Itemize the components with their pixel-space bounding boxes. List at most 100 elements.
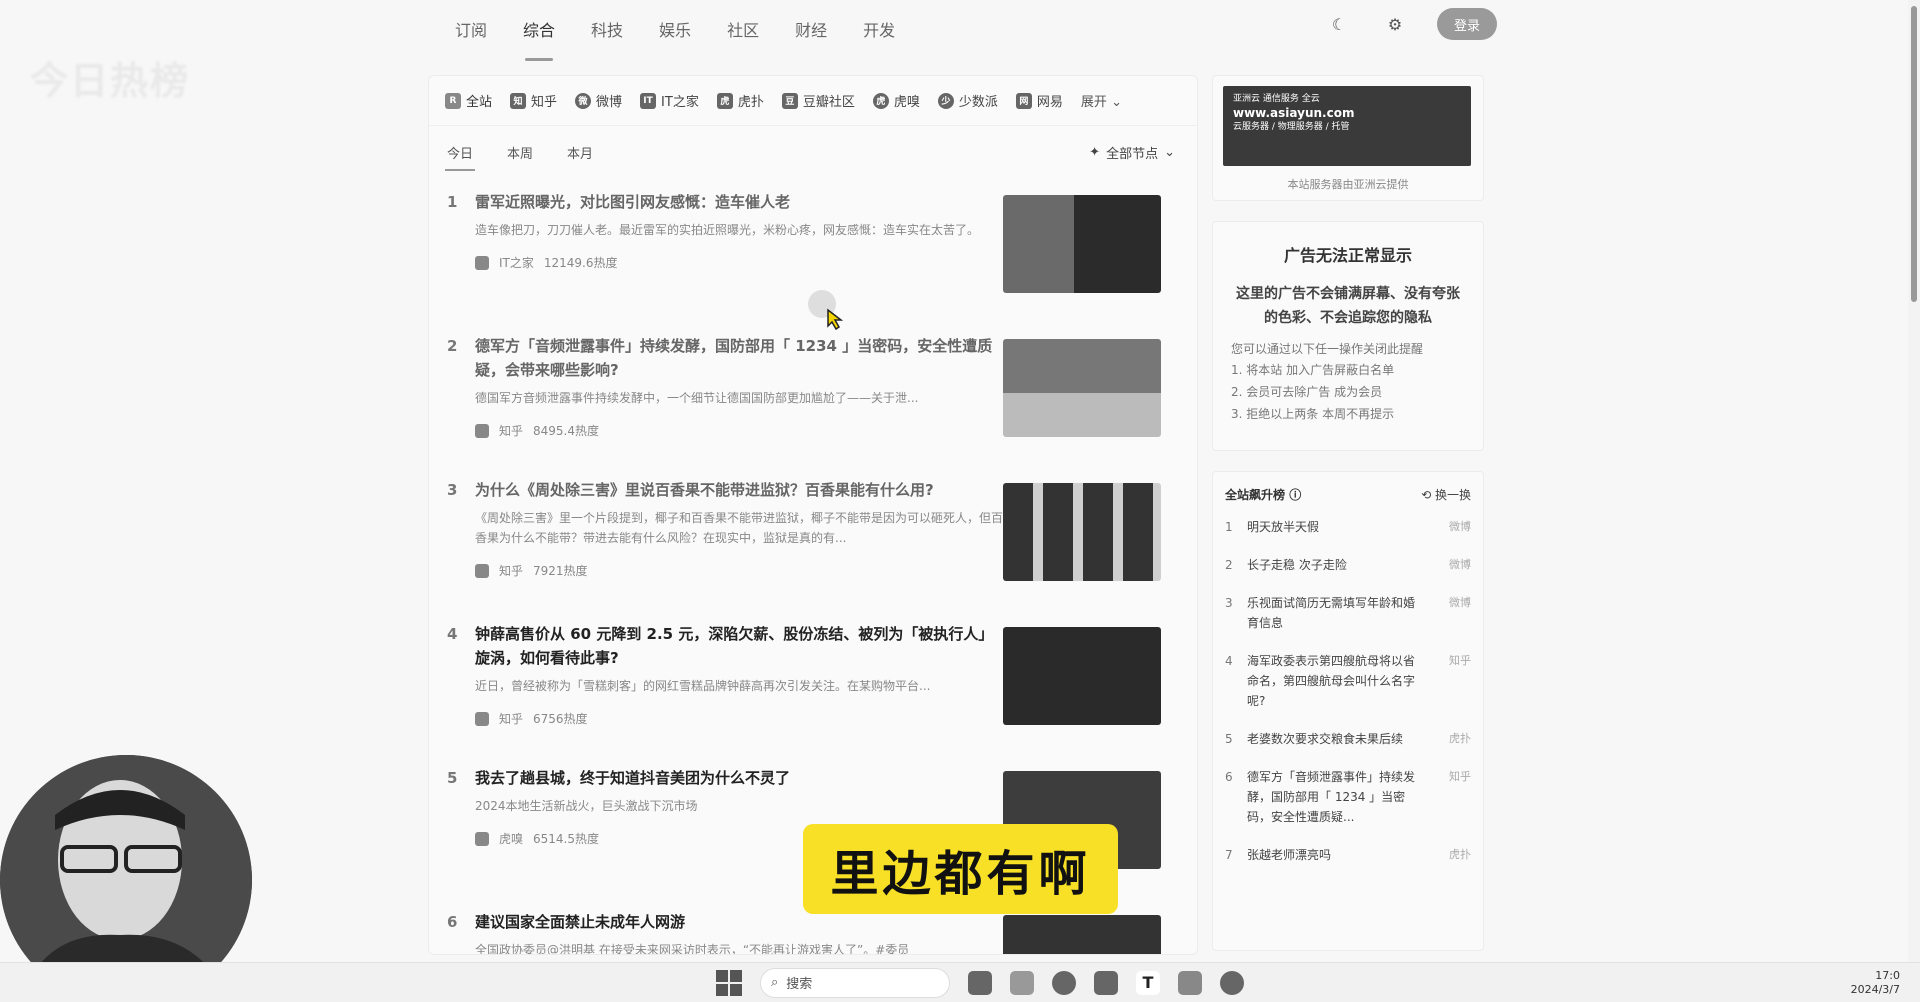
news-source[interactable]: 虎嗅 xyxy=(499,830,523,847)
rising-item[interactable]: 7 张越老师漂亮吗 虎扑 xyxy=(1225,845,1471,865)
taskbar-search-input[interactable]: ⌕ 搜索 xyxy=(760,967,950,998)
news-title[interactable]: 为什么《周处除三害》里说百香果不能带进监狱？百香果能有什么用? xyxy=(475,478,1005,502)
source-icon xyxy=(475,831,489,846)
source-weibo[interactable]: 微微博 xyxy=(575,91,622,110)
notes-icon[interactable] xyxy=(1178,970,1202,995)
rising-rank: 4 xyxy=(1225,654,1233,668)
file-explorer-icon[interactable] xyxy=(1010,970,1034,995)
tab-this-week[interactable]: 本周 xyxy=(507,143,533,162)
news-thumbnail[interactable] xyxy=(1003,627,1161,725)
news-source[interactable]: IT之家 xyxy=(499,254,534,271)
news-source[interactable]: 知乎 xyxy=(499,562,523,579)
tab-dev[interactable]: 开发 xyxy=(863,11,895,47)
rising-item[interactable]: 2 长子走稳 次子走险 微博 xyxy=(1225,555,1471,575)
source-netease[interactable]: 网网易 xyxy=(1015,91,1063,110)
app-icon[interactable] xyxy=(1220,970,1244,995)
rising-item[interactable]: 5 老婆数次要求交粮食未果后续 虎扑 xyxy=(1225,729,1471,749)
netease-icon: 网 xyxy=(1015,92,1032,109)
text-editor-icon[interactable]: T xyxy=(1136,970,1160,995)
app-icon[interactable] xyxy=(1094,970,1118,995)
tab-this-month[interactable]: 本月 xyxy=(567,143,593,162)
taskbar-search-label: 搜索 xyxy=(786,977,813,992)
rising-item[interactable]: 4 海军政委表示第四艘航母将以省命名，第四艘航母会叫什么名字呢? 知乎 xyxy=(1225,651,1471,711)
source-hupu[interactable]: 虎虎扑 xyxy=(716,91,764,110)
rising-text[interactable]: 老婆数次要求交粮食未果后续 xyxy=(1247,729,1417,749)
source-douban[interactable]: 豆豆瓣社区 xyxy=(781,91,855,110)
tab-today[interactable]: 今日 xyxy=(444,143,476,171)
site-logo[interactable]: 今日热榜 xyxy=(30,50,190,105)
source-label: 全站 xyxy=(466,95,493,110)
system-clock[interactable]: 17:0 2024/3/7 xyxy=(1851,969,1900,997)
news-rank: 2 xyxy=(447,337,458,355)
video-caption: 里边都有啊 xyxy=(803,824,1118,914)
sponsor-ad[interactable]: 亚洲云 通信服务 全云 www.asiayun.com 云服务器 / 物理服务器… xyxy=(1212,75,1484,201)
refresh-button[interactable]: ⟲ 换一换 xyxy=(1421,486,1471,503)
huxiu-icon: 虎 xyxy=(872,92,889,109)
rising-item[interactable]: 6 德军方「音频泄露事件」持续发酵，国防部用「 1234 」当密码，安全性遭质疑.… xyxy=(1225,767,1471,827)
news-thumbnail[interactable] xyxy=(1003,483,1161,581)
notice-option[interactable]: 1. 将本站 加入广告屏蔽白名单 xyxy=(1231,359,1465,381)
expand-sources-button[interactable]: 展开 ⌄ xyxy=(1072,91,1122,110)
source-label: 知乎 xyxy=(531,95,558,110)
rising-text[interactable]: 张越老师漂亮吗 xyxy=(1247,845,1417,865)
weibo-icon: 微 xyxy=(575,92,592,109)
news-desc: 全国政协委员@洪明基 在接受未来网采访时表示，“不能再让游戏害人了”。#委员 xyxy=(475,943,910,955)
news-title[interactable]: 钟薛高售价从 60 元降到 2.5 元，深陷欠薪、股份冻结、被列为「被执行人」旋… xyxy=(475,622,1005,670)
tab-entertainment[interactable]: 娱乐 xyxy=(659,11,691,47)
rising-rank: 1 xyxy=(1225,520,1233,534)
tab-comprehensive[interactable]: 综合 xyxy=(523,11,555,61)
settings-gear-icon[interactable]: ⚙ xyxy=(1381,10,1409,38)
news-rank: 3 xyxy=(447,481,458,499)
rising-item[interactable]: 3 乐视面试简历无需填写年龄和婚育信息 微博 xyxy=(1225,593,1471,633)
source-all[interactable]: R 全站 xyxy=(445,91,492,110)
news-thumbnail[interactable] xyxy=(1003,915,1161,954)
rising-text[interactable]: 德军方「音频泄露事件」持续发酵，国防部用「 1234 」当密码，安全性遭质疑..… xyxy=(1247,767,1417,827)
zhihu-icon: 知 xyxy=(510,92,527,109)
rising-text[interactable]: 海军政委表示第四艘航母将以省命名，第四艘航母会叫什么名字呢? xyxy=(1247,651,1417,711)
rising-text[interactable]: 明天放半天假 xyxy=(1247,517,1417,537)
source-label: 网易 xyxy=(1036,95,1063,110)
start-menu-icon[interactable] xyxy=(716,969,742,996)
info-icon[interactable]: ⓘ xyxy=(1289,488,1301,502)
news-thumbnail[interactable] xyxy=(1003,195,1161,293)
news-heat: 6514.5热度 xyxy=(533,832,600,846)
news-meta: 知乎 6756热度 xyxy=(475,710,1005,727)
tab-subscribe[interactable]: 订阅 xyxy=(455,11,487,47)
expand-label: 展开 xyxy=(1080,95,1107,110)
source-sspai[interactable]: 少少数派 xyxy=(937,91,998,110)
news-source[interactable]: 知乎 xyxy=(499,710,523,727)
rising-item[interactable]: 1 明天放半天假 微博 xyxy=(1225,517,1471,537)
news-desc: 造车像把刀，刀刀催人老。最近雷军的实拍近照曝光，米粉心疼，网友感慨：造车实在太苦… xyxy=(475,223,980,237)
all-site-icon: R xyxy=(445,92,461,109)
tab-finance[interactable]: 财经 xyxy=(795,11,827,47)
rising-source: 微博 xyxy=(1449,520,1471,533)
browser-icon[interactable] xyxy=(1052,970,1076,995)
all-nodes-dropdown[interactable]: ✦ 全部节点 ⌄ xyxy=(1089,143,1175,162)
news-title[interactable]: 雷军近照曝光，对比图引网友感慨：造车催人老 xyxy=(475,190,1005,214)
news-thumbnail[interactable] xyxy=(1003,339,1161,437)
news-title[interactable]: 我去了趟县城，终于知道抖音美团为什么不灵了 xyxy=(475,766,1005,790)
rising-text[interactable]: 长子走稳 次子走险 xyxy=(1247,555,1417,575)
tab-community[interactable]: 社区 xyxy=(727,11,759,47)
news-item[interactable]: 3 为什么《周处除三害》里说百香果不能带进监狱？百香果能有什么用? 《周处除三害… xyxy=(447,466,1179,610)
news-title[interactable]: 德军方「音频泄露事件」持续发酵，国防部用「 1234 」当密码，安全性遭质疑，会… xyxy=(475,334,1005,382)
news-item[interactable]: 4 钟薛高售价从 60 元降到 2.5 元，深陷欠薪、股份冻结、被列为「被执行人… xyxy=(447,610,1179,754)
ad-banner[interactable]: 亚洲云 通信服务 全云 www.asiayun.com 云服务器 / 物理服务器… xyxy=(1223,86,1471,166)
source-ithome[interactable]: IT IT之家 xyxy=(640,91,699,110)
rising-text[interactable]: 乐视面试简历无需填写年龄和婚育信息 xyxy=(1247,593,1417,633)
app-icon[interactable] xyxy=(968,970,992,995)
notice-option[interactable]: 2. 会员可去除广告 成为会员 xyxy=(1231,381,1465,403)
tab-tech[interactable]: 科技 xyxy=(591,11,623,47)
login-button[interactable]: 登录 xyxy=(1437,8,1497,40)
source-huxiu[interactable]: 虎虎嗅 xyxy=(872,91,920,110)
scrollbar-thumb[interactable] xyxy=(1911,6,1917,302)
news-item[interactable]: 2 德军方「音频泄露事件」持续发酵，国防部用「 1234 」当密码，安全性遭质疑… xyxy=(447,322,1179,466)
notice-option[interactable]: 3. 拒绝以上两条 本周不再提示 xyxy=(1231,403,1465,425)
dark-mode-icon[interactable]: ☾ xyxy=(1325,10,1353,38)
clock-date: 2024/3/7 xyxy=(1850,983,1900,996)
page-scrollbar[interactable] xyxy=(1908,0,1920,1002)
rising-source: 微博 xyxy=(1449,596,1471,609)
source-zhihu[interactable]: 知知乎 xyxy=(510,91,557,110)
news-source[interactable]: 知乎 xyxy=(499,422,523,439)
news-desc: 德国军方音频泄露事件持续发酵中，一个细节让德国国防部更加尴尬了——关于泄... xyxy=(475,391,919,405)
